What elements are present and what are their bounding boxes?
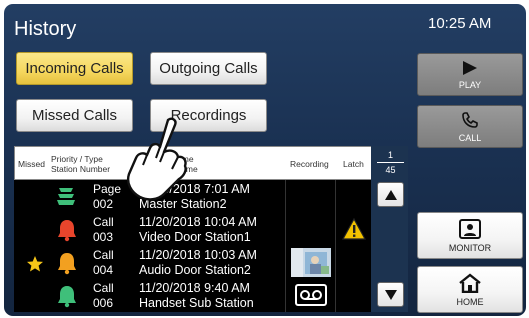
header-recording: Recording bbox=[290, 159, 329, 169]
row-number: 002 bbox=[93, 197, 114, 211]
page-title: History bbox=[14, 18, 77, 40]
arrow-down-icon bbox=[384, 289, 397, 300]
header-missed: Missed bbox=[18, 159, 45, 169]
page-total: 45 bbox=[385, 165, 396, 175]
tab-outgoing-calls[interactable]: Outgoing Calls bbox=[150, 52, 267, 85]
row-number: 004 bbox=[93, 263, 114, 277]
row-name: Handset Sub Station bbox=[139, 296, 254, 310]
clock: 10:25 AM bbox=[428, 15, 492, 32]
scroll-down-button[interactable] bbox=[377, 282, 404, 307]
row-number: 006 bbox=[93, 296, 114, 310]
page-speaker-icon bbox=[57, 188, 75, 205]
latch-warning-icon bbox=[342, 218, 366, 240]
pointer-hand-icon bbox=[126, 117, 187, 201]
table-body: Page 002 11/20/2018 7:01 AM Master Stati… bbox=[14, 146, 408, 312]
row-type: Call bbox=[93, 281, 114, 295]
scroll-column: 1 45 bbox=[371, 146, 408, 312]
table-row[interactable]: Call 004 11/20/2018 10:03 AM Audio Door … bbox=[14, 246, 371, 279]
home-icon bbox=[459, 272, 481, 293]
play-label: PLAY bbox=[458, 79, 482, 90]
row-name: Video Door Station1 bbox=[139, 230, 251, 244]
monitor-button[interactable]: MONITOR bbox=[417, 212, 523, 259]
home-label: HOME bbox=[456, 296, 484, 307]
history-screen: History 10:25 AM Incoming Calls Outgoing… bbox=[4, 4, 526, 316]
missed-star-icon bbox=[27, 256, 43, 272]
call-button[interactable]: CALL bbox=[417, 105, 523, 148]
call-label: CALL bbox=[458, 132, 482, 143]
row-number: 003 bbox=[93, 230, 114, 244]
bell-icon bbox=[58, 253, 76, 275]
row-type: Call bbox=[93, 248, 114, 262]
header-time: Time Name bbox=[175, 147, 275, 181]
table-row[interactable]: Call 003 11/20/2018 10:04 AM Video Door … bbox=[14, 213, 371, 246]
history-table: Missed Priority / Type Station Number Ti… bbox=[14, 146, 408, 312]
row-name: Audio Door Station2 bbox=[139, 263, 251, 277]
row-time: 11/20/2018 9:40 AM bbox=[139, 281, 250, 295]
table-header: Missed Priority / Type Station Number Ti… bbox=[14, 146, 408, 180]
page-divider bbox=[377, 162, 404, 163]
home-button[interactable]: HOME bbox=[417, 266, 523, 313]
tab-missed-calls[interactable]: Missed Calls bbox=[16, 99, 133, 132]
recording-thumbnail[interactable] bbox=[291, 248, 331, 277]
table-row[interactable]: Page 002 11/20/2018 7:01 AM Master Stati… bbox=[14, 180, 371, 213]
voice-recording-icon[interactable] bbox=[295, 284, 327, 306]
tab-incoming-calls[interactable]: Incoming Calls bbox=[16, 52, 133, 85]
row-time: 11/20/2018 10:03 AM bbox=[139, 248, 257, 262]
bell-icon bbox=[58, 286, 76, 308]
row-type: Page bbox=[93, 182, 122, 196]
page-current: 1 bbox=[387, 150, 393, 160]
arrow-up-icon bbox=[384, 189, 397, 200]
header-latch: Latch bbox=[343, 159, 364, 169]
monitor-label: MONITOR bbox=[448, 242, 492, 253]
play-button[interactable]: PLAY bbox=[417, 53, 523, 96]
bell-icon bbox=[58, 220, 76, 242]
monitor-icon bbox=[459, 218, 481, 239]
row-type: Call bbox=[93, 215, 114, 229]
scroll-up-button[interactable] bbox=[377, 182, 404, 207]
play-icon bbox=[463, 60, 477, 75]
row-time: 11/20/2018 10:04 AM bbox=[139, 215, 257, 229]
phone-icon bbox=[462, 111, 478, 128]
table-row[interactable]: Call 006 11/20/2018 9:40 AM Handset Sub … bbox=[14, 279, 371, 312]
